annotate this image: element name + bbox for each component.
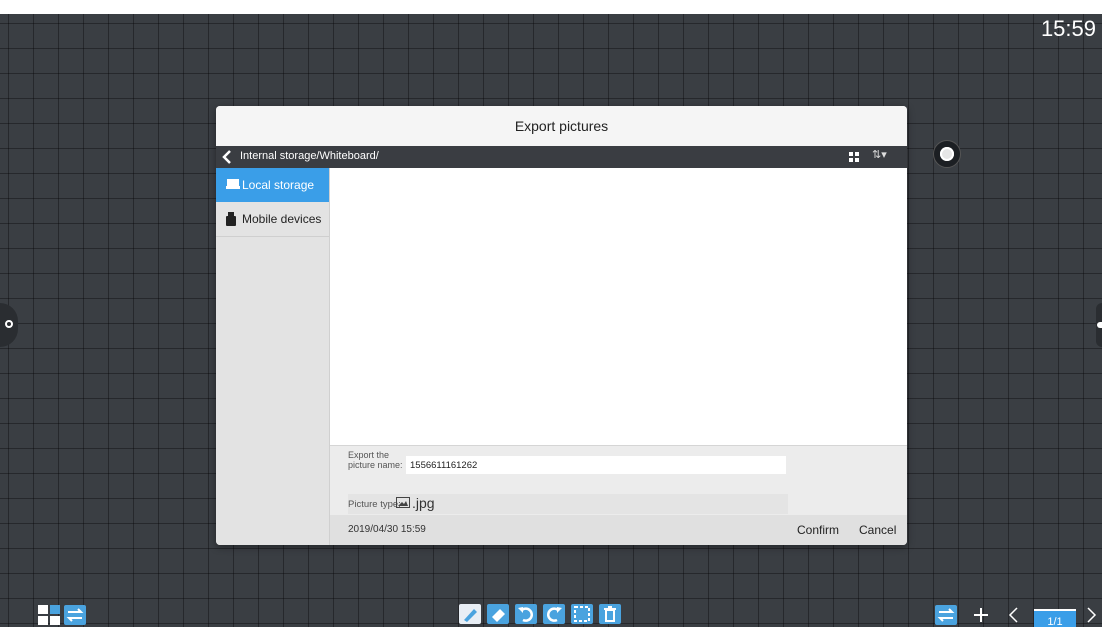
picture-type-row[interactable]: Picture type: .jpg xyxy=(348,494,788,514)
drive-icon xyxy=(226,179,240,189)
eraser-icon xyxy=(492,609,505,622)
prev-page-icon[interactable] xyxy=(1003,605,1025,625)
sidebar-item-label: Mobile devices xyxy=(242,212,322,226)
next-page-icon[interactable] xyxy=(1080,605,1102,625)
picture-type-value: .jpg xyxy=(412,495,435,511)
path-bar: Internal storage/Whiteboard/ ⇅▾ xyxy=(216,146,907,168)
right-side-handle[interactable] xyxy=(1096,303,1102,347)
file-browser-area[interactable] xyxy=(330,168,907,445)
cancel-button[interactable]: Cancel xyxy=(859,523,896,537)
picture-name-label: Export the picture name: xyxy=(348,450,403,470)
switch-icon[interactable] xyxy=(64,605,86,625)
usb-icon xyxy=(226,212,236,226)
sidebar-item-label: Local storage xyxy=(242,178,315,192)
delete-icon xyxy=(604,606,616,622)
switch-icon[interactable] xyxy=(935,605,957,625)
floating-menu-button[interactable] xyxy=(933,140,961,168)
back-arrow-icon[interactable] xyxy=(220,149,236,165)
sidebar-item-mobile-devices[interactable]: Mobile devices xyxy=(216,202,329,237)
sort-icon[interactable]: ⇅▾ xyxy=(872,148,887,161)
dialog-title: Export pictures xyxy=(216,106,907,146)
undo-icon xyxy=(518,607,533,622)
image-icon xyxy=(396,497,410,508)
eraser-tool[interactable] xyxy=(487,604,509,624)
export-pictures-dialog: Export pictures Internal storage/Whitebo… xyxy=(216,106,907,545)
timestamp: 2019/04/30 15:59 xyxy=(348,524,426,535)
picture-name-input[interactable] xyxy=(406,456,786,474)
add-page-icon[interactable] xyxy=(970,605,992,625)
storage-sidebar: Local storage Mobile devices xyxy=(216,168,330,545)
pen-tool[interactable] xyxy=(459,604,481,624)
picture-type-label: Picture type: xyxy=(348,499,401,510)
sidebar-item-local-storage[interactable]: Local storage xyxy=(216,168,329,202)
redo-tool[interactable] xyxy=(543,604,565,624)
grid-view-toggle-icon[interactable] xyxy=(849,152,859,162)
confirm-button[interactable]: Confirm xyxy=(797,523,839,537)
grid-view-icon[interactable] xyxy=(38,605,60,625)
redo-icon xyxy=(547,607,562,622)
handle-dot-icon xyxy=(5,320,13,328)
clock: 15:59 xyxy=(1040,16,1096,41)
select-icon xyxy=(574,606,590,622)
handle-dot-icon xyxy=(1097,322,1102,328)
dialog-footer: 2019/04/30 15:59 Confirm Cancel xyxy=(330,515,907,545)
select-tool[interactable] xyxy=(571,604,593,624)
undo-tool[interactable] xyxy=(515,604,537,624)
pen-icon xyxy=(464,609,477,622)
delete-tool[interactable] xyxy=(599,604,621,624)
breadcrumb-path: Internal storage/Whiteboard/ xyxy=(240,150,379,162)
export-form: Export the picture name: Picture type: .… xyxy=(330,445,907,516)
page-indicator[interactable]: 1/1 xyxy=(1034,609,1076,628)
